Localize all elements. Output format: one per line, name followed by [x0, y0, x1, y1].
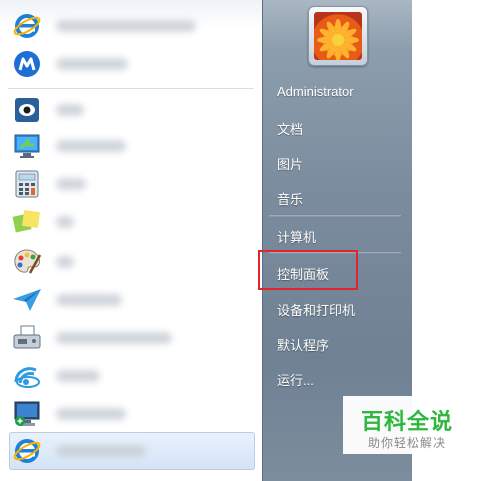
program-label-blurred — [56, 178, 86, 190]
program-item-selected[interactable] — [9, 432, 255, 470]
menu-item-computer[interactable]: 计算机 — [277, 227, 316, 246]
paint-icon — [12, 247, 42, 277]
program-item[interactable] — [10, 396, 254, 432]
remote-desktop-icon — [12, 131, 42, 161]
menu-item-music[interactable]: 音乐 — [277, 189, 303, 208]
watermark: 百科全说 助你轻松解决 — [343, 396, 471, 454]
program-item[interactable] — [10, 282, 254, 318]
program-item[interactable] — [10, 46, 254, 82]
program-item[interactable] — [10, 244, 254, 280]
watermark-title: 百科全说 — [360, 409, 453, 434]
program-label-blurred — [56, 370, 100, 382]
menu-item-documents[interactable]: 文档 — [277, 119, 303, 138]
program-label-blurred — [56, 20, 196, 32]
user-name-link[interactable]: Administrator — [277, 84, 354, 99]
programs-pane — [0, 0, 263, 481]
sticky-notes-icon — [12, 207, 42, 237]
program-label-blurred — [56, 140, 126, 152]
menu-item-run[interactable]: 运行... — [277, 370, 314, 389]
user-avatar[interactable] — [308, 6, 368, 66]
flower-picture-icon — [314, 12, 362, 60]
program-item[interactable] — [10, 320, 254, 356]
media-app-icon — [12, 95, 42, 125]
program-item[interactable] — [10, 128, 254, 164]
program-label-blurred — [56, 58, 128, 70]
pinned-divider — [8, 88, 254, 89]
program-item[interactable] — [10, 92, 254, 128]
network-computer-icon — [12, 399, 42, 429]
ie-icon — [12, 11, 42, 41]
program-label-blurred — [56, 408, 126, 420]
program-item[interactable] — [10, 204, 254, 240]
program-label-blurred — [56, 445, 146, 457]
ie-icon — [12, 436, 42, 466]
calculator-icon — [12, 169, 42, 199]
maxthon-browser-icon — [12, 49, 42, 79]
menu-item-pictures[interactable]: 图片 — [277, 154, 303, 173]
program-item[interactable] — [10, 166, 254, 202]
program-label-blurred — [56, 256, 74, 268]
program-label-blurred — [56, 294, 122, 306]
program-item[interactable] — [10, 8, 254, 44]
control-panel-highlight-box — [258, 250, 358, 290]
menu-item-default-programs[interactable]: 默认程序 — [277, 335, 329, 354]
fax-scan-icon — [12, 323, 42, 353]
program-label-blurred — [56, 216, 74, 228]
program-item[interactable] — [10, 358, 254, 394]
program-label-blurred — [56, 104, 84, 116]
wireless-network-icon — [12, 361, 42, 391]
program-label-blurred — [56, 332, 172, 344]
menu-separator — [269, 215, 401, 217]
paper-plane-icon — [12, 285, 42, 315]
menu-item-devices-printers[interactable]: 设备和打印机 — [277, 300, 355, 319]
watermark-subtitle: 助你轻松解决 — [367, 436, 446, 450]
